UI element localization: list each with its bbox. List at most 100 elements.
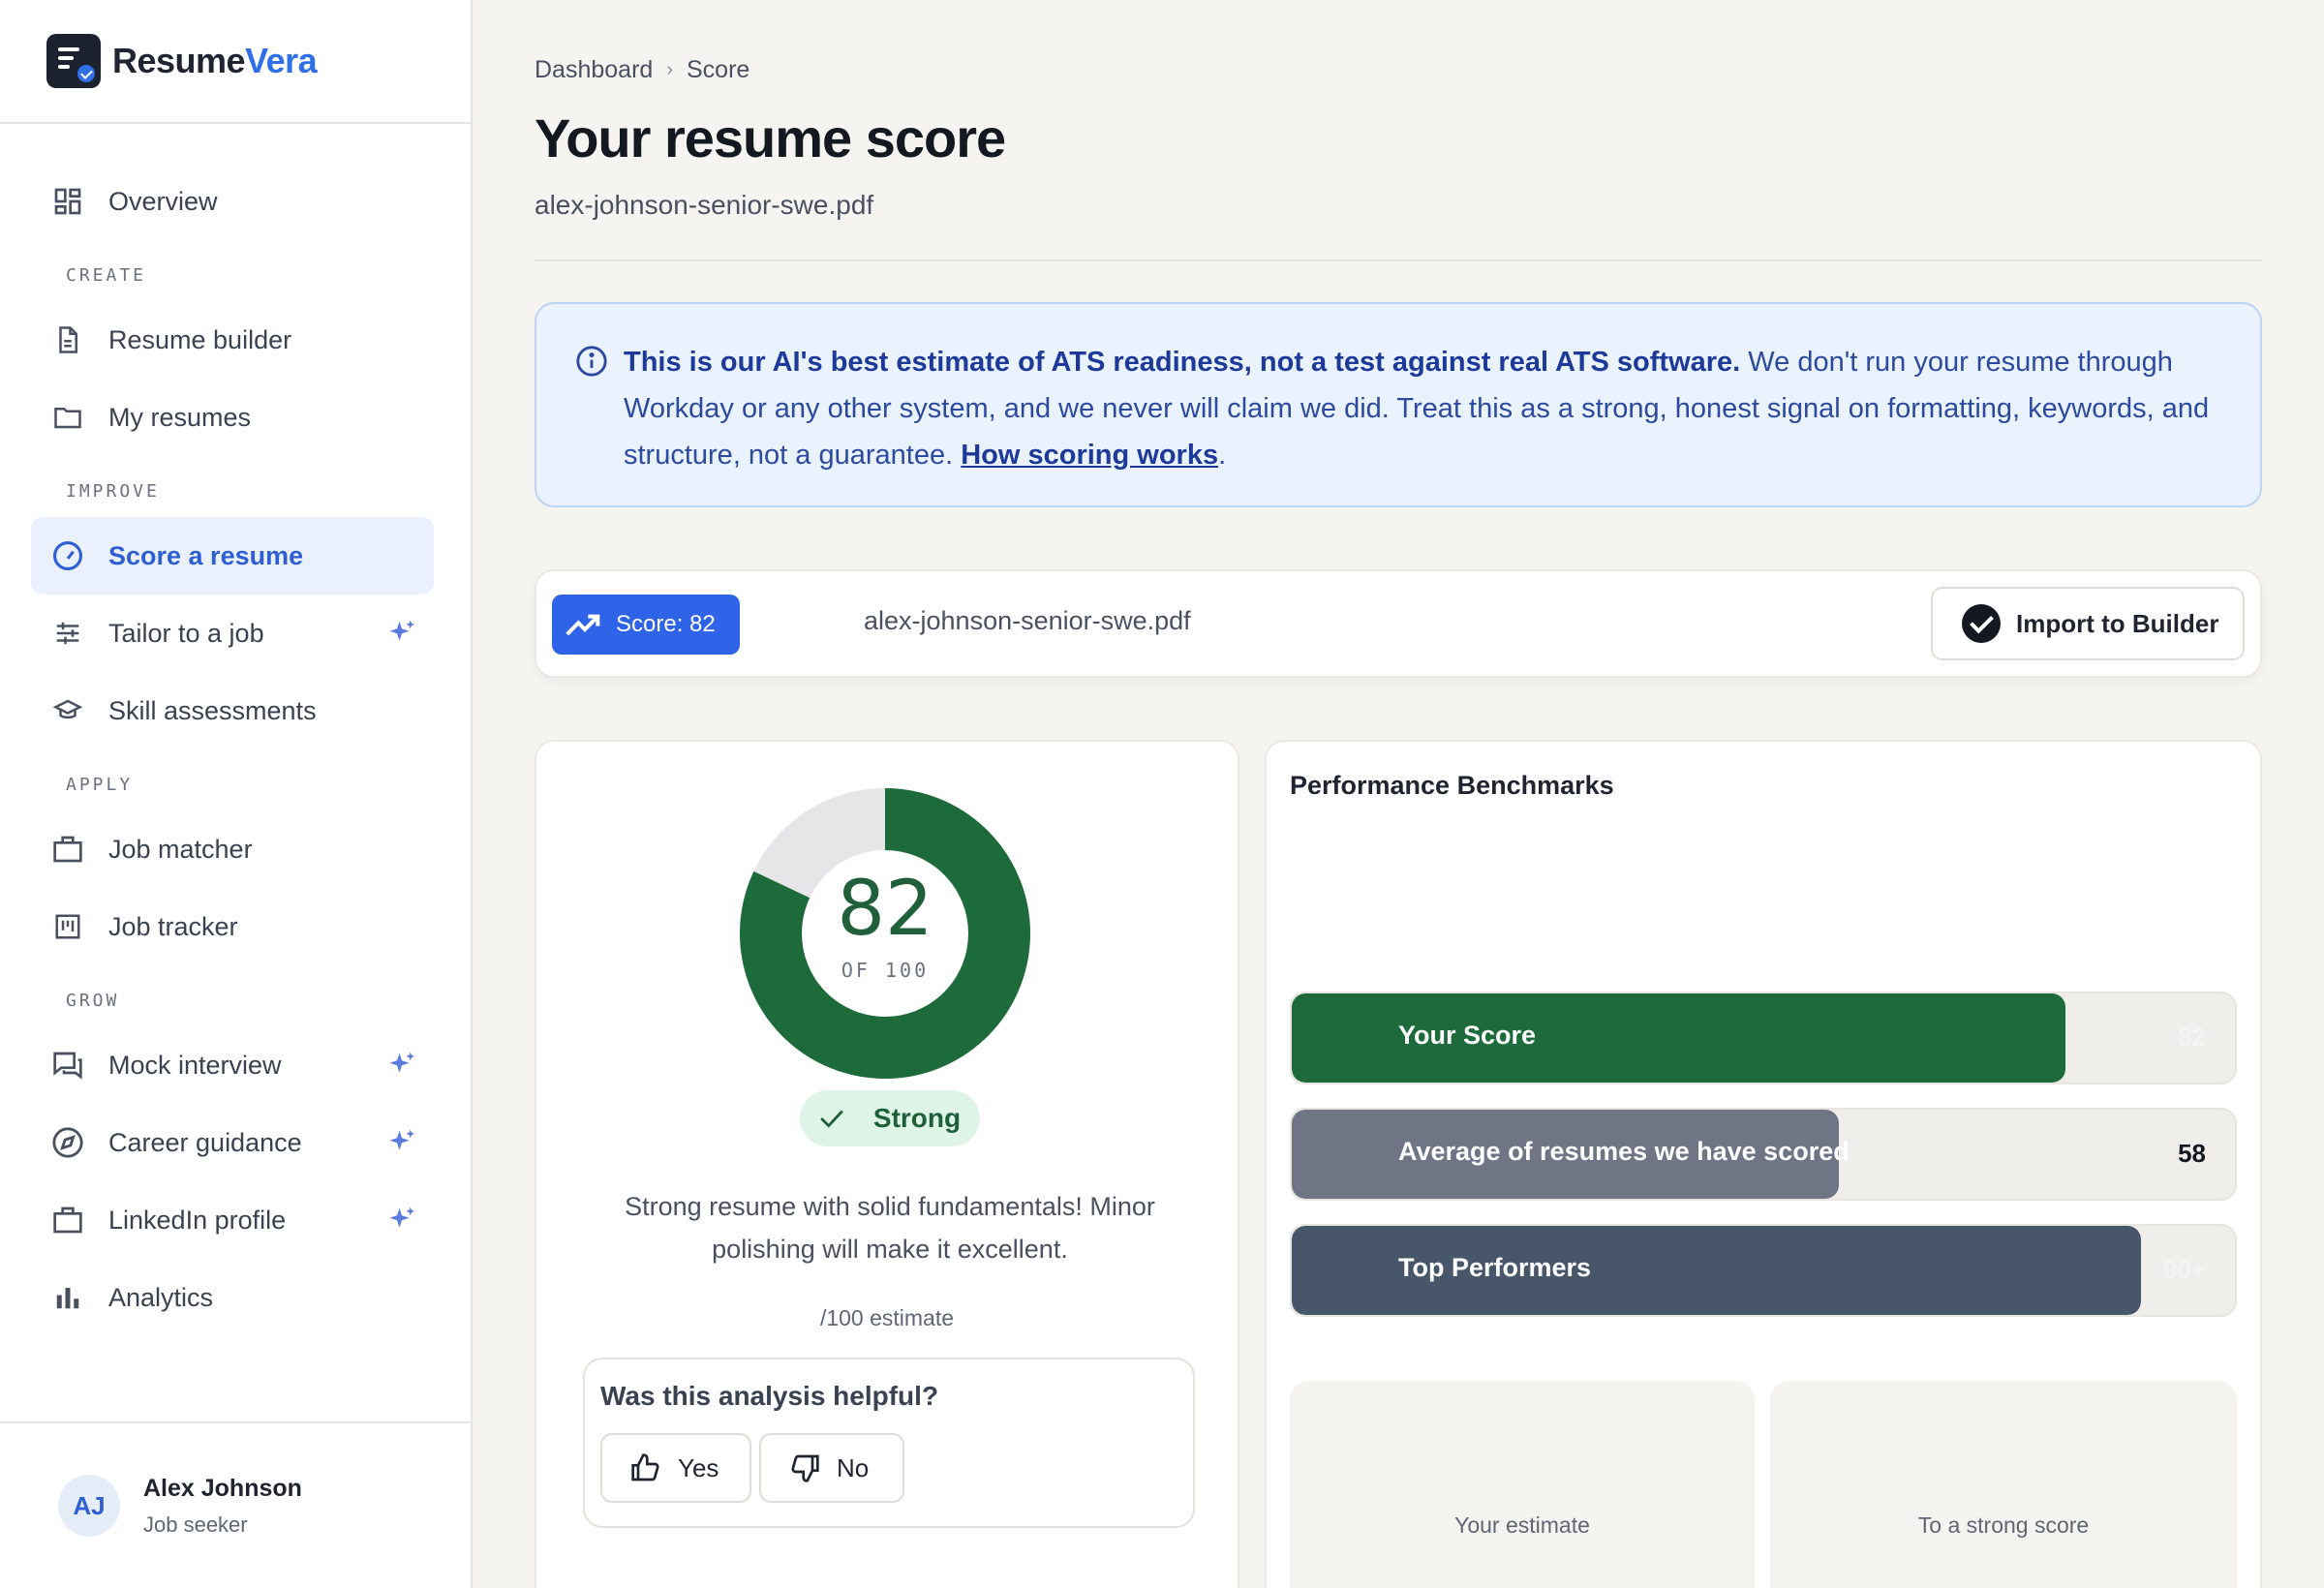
sidebar-item-mock-interview[interactable]: Mock interview [31, 1026, 434, 1104]
bar-label: Average of resumes we have scored [1398, 1137, 1850, 1166]
chevron-right-icon: › [666, 59, 673, 80]
chat-icon [50, 1048, 85, 1083]
gauge-icon [50, 538, 85, 573]
rating-label: Strong [872, 1103, 962, 1133]
section-label-create: CREATE [66, 265, 147, 286]
score-donut: 82 OF 100 [740, 788, 1030, 1079]
breadcrumb-score: Score [686, 56, 750, 83]
sidebar-item-label: Resume builder [108, 324, 292, 354]
bar-chart-icon [50, 1280, 85, 1315]
sidebar-item-label: Tailor to a job [108, 618, 264, 648]
sidebar-item-label: Job tracker [108, 911, 238, 941]
breadcrumb-dashboard[interactable]: Dashboard [535, 56, 653, 84]
sidebar: ResumeVera Overview CREATE Resume builde… [0, 0, 473, 1588]
compass-icon [50, 1125, 85, 1160]
dashboard-icon [50, 184, 85, 219]
import-to-builder-button[interactable]: Import to Builder [1931, 587, 2245, 660]
sidebar-item-label: Skill assessments [108, 695, 317, 725]
sidebar-item-label: Mock interview [108, 1050, 282, 1080]
benchmark-bar-your-score: Your Score 82 [1290, 992, 2237, 1084]
benchmark-bar-average: Average of resumes we have scored 58 [1290, 1108, 2237, 1201]
score-card: 82 OF 100 Strong Strong resume with soli… [535, 740, 1239, 1588]
sidebar-item-my-resumes[interactable]: My resumes [31, 379, 434, 456]
sidebar-item-label: My resumes [108, 402, 252, 432]
feedback-question: Was this analysis helpful? [600, 1381, 939, 1411]
scored-file-name: alex-johnson-senior-swe.pdf [864, 606, 1191, 635]
sidebar-item-label: Career guidance [108, 1127, 302, 1157]
ai-sparkle-icon [387, 1127, 416, 1163]
user-name: Alex Johnson [143, 1474, 302, 1502]
feedback-yes-label: Yes [678, 1452, 719, 1482]
bar-value: 58 [2178, 1139, 2206, 1168]
feedback-no-label: No [837, 1452, 870, 1482]
score-pill-label: Score: 82 [616, 611, 716, 637]
briefcase-icon [50, 832, 85, 867]
score-value: 82 [837, 866, 933, 953]
sidebar-item-job-tracker[interactable]: Job tracker [31, 888, 434, 965]
info-icon [575, 345, 608, 392]
sidebar-item-label: Score a resume [108, 540, 304, 570]
thumbs-up-icon [631, 1453, 659, 1481]
how-scoring-works-link[interactable]: How scoring works [961, 440, 1218, 471]
notice-bold-text: This is our AI's best estimate of ATS re… [624, 347, 1741, 378]
ai-sparkle-icon [387, 1205, 416, 1240]
check-icon [820, 1110, 843, 1128]
page-title: Your resume score [535, 107, 1006, 168]
rating-badge: Strong [800, 1090, 980, 1146]
page-file-name: alex-johnson-senior-swe.pdf [535, 190, 874, 220]
score-toolbar: Score: 82 alex-johnson-senior-swe.pdf Im… [535, 569, 2262, 678]
feedback-yes-button[interactable]: Yes [600, 1433, 751, 1503]
sliders-icon [50, 616, 85, 651]
sidebar-item-label: Overview [108, 186, 218, 216]
check-circle-icon [1962, 604, 2001, 643]
feedback-box: Was this analysis helpful? Yes No [583, 1358, 1195, 1528]
briefcase-icon [50, 1203, 85, 1237]
sidebar-item-skill-assessments[interactable]: Skill assessments [31, 672, 434, 749]
tile-to-strong-score: To a strong score [1770, 1381, 2237, 1588]
section-label-grow: GROW [66, 991, 120, 1011]
kanban-icon [50, 909, 85, 944]
brand[interactable]: ResumeVera [0, 0, 471, 124]
sidebar-item-overview[interactable]: Overview [31, 163, 434, 240]
sidebar-item-linkedin-profile[interactable]: LinkedIn profile [31, 1181, 434, 1259]
bar-value: 90+ [2162, 1255, 2206, 1284]
benchmark-bar-top-performers: Top Performers 90+ [1290, 1224, 2237, 1317]
sidebar-item-resume-builder[interactable]: Resume builder [31, 301, 434, 379]
sidebar-item-score-resume[interactable]: Score a resume [31, 517, 434, 595]
folder-icon [50, 400, 85, 435]
score-estimate-note: /100 estimate [819, 1305, 955, 1330]
ai-sparkle-icon [387, 618, 416, 654]
tile-label: To a strong score [1917, 1512, 2090, 1538]
trending-up-icon [566, 614, 600, 636]
user-role: Job seeker [143, 1512, 248, 1537]
sidebar-item-career-guidance[interactable]: Career guidance [31, 1104, 434, 1181]
bar-value: 82 [2178, 1023, 2206, 1052]
tile-your-estimate: Your estimate [1290, 1381, 1755, 1588]
graduation-cap-icon [50, 693, 85, 728]
score-summary: Strong resume with solid fundamentals! M… [625, 1192, 1155, 1264]
sidebar-item-analytics[interactable]: Analytics [31, 1259, 434, 1336]
score-pill[interactable]: Score: 82 [552, 595, 740, 655]
ai-sparkle-icon [387, 1050, 416, 1085]
section-label-improve: IMPROVE [66, 481, 160, 502]
thumbs-down-icon [791, 1454, 819, 1482]
benchmarks-title: Performance Benchmarks [1290, 771, 1614, 800]
ats-disclaimer-notice: This is our AI's best estimate of ATS re… [535, 302, 2262, 507]
bar-label: Your Score [1398, 1021, 1537, 1050]
sidebar-item-label: Analytics [108, 1282, 214, 1312]
sidebar-item-label: Job matcher [108, 834, 253, 864]
sidebar-item-tailor-job[interactable]: Tailor to a job [31, 595, 434, 672]
sidebar-item-label: LinkedIn profile [108, 1205, 287, 1235]
notice-end: . [1218, 440, 1227, 471]
sidebar-nav: Overview CREATE Resume builder My resume… [0, 124, 471, 1336]
brand-name: ResumeVera [112, 41, 318, 80]
tile-label: Your estimate [1454, 1512, 1590, 1538]
feedback-no-button[interactable]: No [759, 1433, 904, 1503]
avatar: AJ [58, 1475, 120, 1537]
bar-label: Top Performers [1398, 1253, 1592, 1282]
user-profile[interactable]: AJ Alex Johnson Job seeker [0, 1421, 471, 1588]
sidebar-item-job-matcher[interactable]: Job matcher [31, 810, 434, 888]
score-out-of: OF 100 [841, 959, 930, 982]
section-label-apply: APPLY [66, 775, 134, 795]
import-button-label: Import to Builder [2016, 608, 2219, 638]
